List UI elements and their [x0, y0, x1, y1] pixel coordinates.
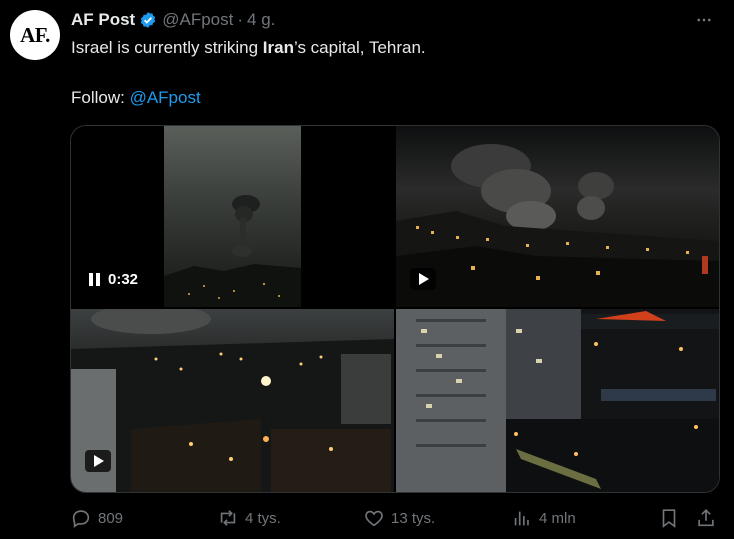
follow-label: Follow: — [71, 88, 130, 107]
video-tile[interactable]: 0:32 — [71, 126, 394, 307]
video-duration: 0:32 — [108, 270, 139, 288]
like-count: 13 tys. — [391, 509, 436, 527]
tweet-text-part: Israel is currently striking — [71, 38, 263, 57]
tweet-header: AF Post @AFpost · 4 g. — [71, 9, 724, 31]
share-icon — [698, 509, 714, 527]
video-tile[interactable] — [71, 309, 394, 492]
timestamp[interactable]: 4 g. — [247, 10, 275, 30]
repost-icon — [220, 510, 236, 526]
bookmark-button[interactable] — [658, 505, 680, 531]
views-button[interactable]: 4 mln — [511, 505, 576, 531]
repost-count: 4 tys. — [245, 509, 281, 527]
pause-icon[interactable] — [89, 272, 100, 286]
separator-dot: · — [237, 10, 244, 29]
like-button[interactable]: 13 tys. — [363, 505, 435, 531]
image-tile[interactable] — [396, 126, 719, 307]
media-grid: 0:32 — [70, 125, 720, 493]
action-bar: 809 4 tys. 13 tys. 4 mln — [70, 505, 720, 531]
author-name[interactable]: AF Post — [71, 10, 135, 30]
video-controls[interactable]: 0:32 — [83, 268, 146, 290]
like-icon — [365, 510, 383, 527]
bookmark-icon — [662, 509, 676, 528]
more-icon[interactable] — [692, 9, 716, 31]
mention-link[interactable]: @AFpost — [130, 88, 201, 107]
views-icon — [514, 511, 529, 526]
tweet-text-bold: Iran — [262, 38, 294, 57]
reply-icon — [72, 510, 90, 528]
verified-badge-icon — [139, 11, 157, 29]
tweet-text-part: ’s capital, Tehran. — [293, 38, 426, 57]
reply-count: 809 — [98, 509, 124, 527]
video-frame — [164, 126, 301, 307]
play-icon[interactable] — [410, 268, 436, 290]
reply-button[interactable]: 809 — [70, 505, 123, 531]
play-icon[interactable] — [85, 450, 111, 472]
repost-button[interactable]: 4 tys. — [217, 505, 281, 531]
views-count: 4 mln — [539, 509, 576, 527]
author-handle[interactable]: @AFpost — [162, 10, 233, 30]
avatar[interactable]: AF. — [10, 10, 60, 60]
share-button[interactable] — [695, 505, 717, 531]
image-tile[interactable] — [396, 309, 719, 492]
tweet-text: Israel is currently striking Iran’s capi… — [71, 37, 671, 109]
